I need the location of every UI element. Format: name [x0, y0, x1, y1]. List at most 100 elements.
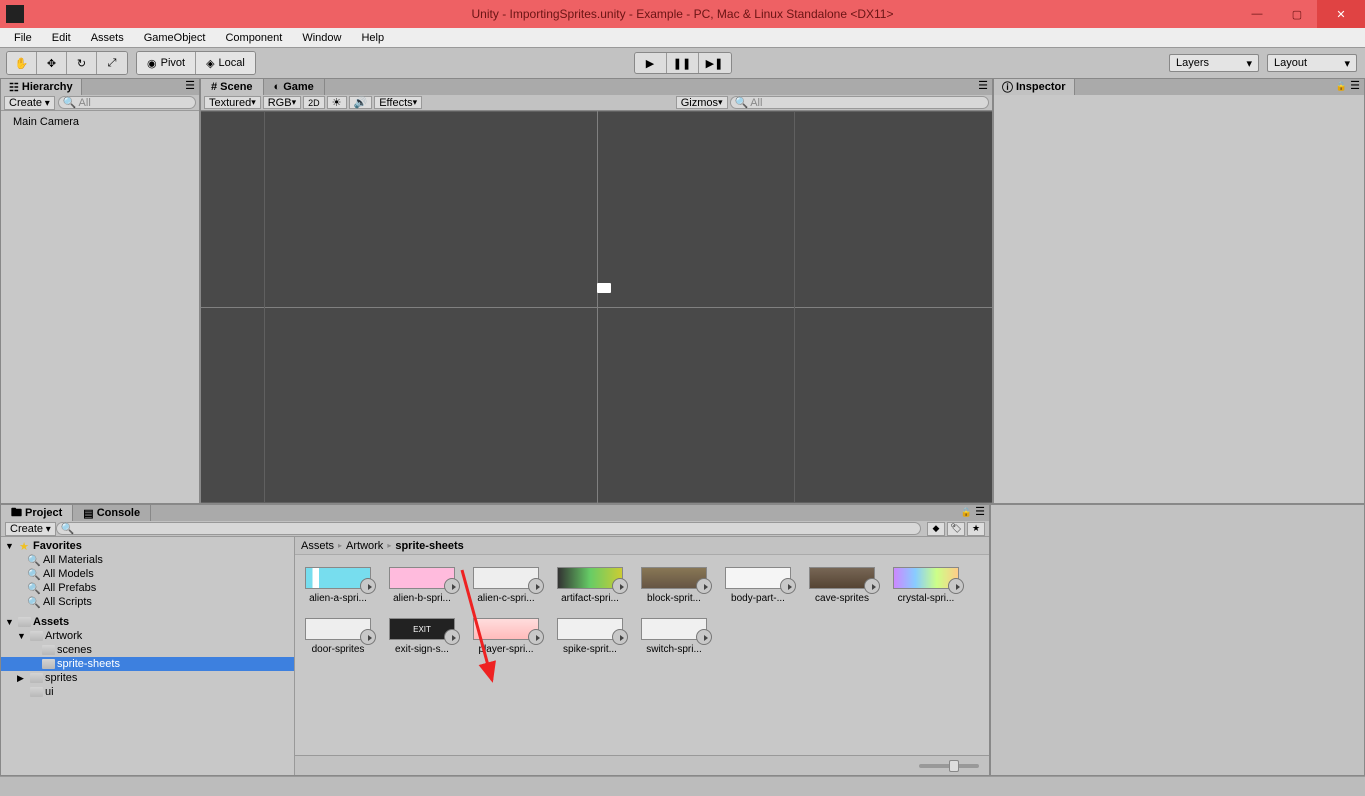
breadcrumb: Assets▸ Artwork▸ sprite-sheets [295, 537, 989, 555]
project-search-input[interactable]: 🔍 [56, 522, 921, 535]
asset-item[interactable]: cave-sprites [805, 567, 879, 604]
asset-item[interactable]: alien-a-spri... [301, 567, 375, 604]
asset-item[interactable]: body-part-... [721, 567, 795, 604]
project-create-button[interactable]: Create ▾ [5, 522, 56, 536]
asset-item[interactable]: EXITexit-sign-s... [385, 618, 459, 655]
menu-gameobject[interactable]: GameObject [134, 30, 216, 46]
chevron-down-icon: ▾ [1344, 57, 1350, 70]
panel-menu-icon[interactable]: ☰ [181, 79, 199, 95]
gizmos-dropdown[interactable]: Gizmos ▾ [676, 96, 728, 109]
scale-icon: ⤢ [108, 57, 117, 70]
console-tab[interactable]: ▤Console [73, 505, 151, 521]
tree-folder[interactable]: ▼Artwork [1, 629, 294, 643]
info-icon: ⓘ [1002, 79, 1013, 95]
menu-help[interactable]: Help [351, 30, 394, 46]
rotate-tool[interactable]: ↻ [67, 52, 97, 74]
minimize-button[interactable]: — [1237, 0, 1277, 28]
effects-dropdown[interactable]: Effects ▾ [374, 96, 422, 109]
tree-folder-selected[interactable]: sprite-sheets [1, 657, 294, 671]
scene-search-input[interactable]: 🔍All [730, 96, 990, 109]
menubar: File Edit Assets GameObject Component Wi… [0, 28, 1365, 48]
scene-viewport[interactable] [201, 111, 992, 503]
shading-mode-dropdown[interactable]: Textured ▾ [204, 96, 261, 109]
breadcrumb-item[interactable]: Artwork [346, 540, 383, 552]
pause-icon: ❚❚ [673, 57, 691, 70]
save-search-button[interactable]: ★ [967, 522, 985, 536]
folder-icon [29, 672, 43, 684]
asset-item[interactable]: player-spri... [469, 618, 543, 655]
breadcrumb-item[interactable]: sprite-sheets [395, 540, 463, 552]
asset-item[interactable]: artifact-spri... [553, 567, 627, 604]
scene-panel: #Scene ◐Game ☰ Textured ▾ RGB ▾ 2D ☀ 🔊 E… [200, 78, 993, 504]
folder-icon [41, 644, 55, 656]
menu-edit[interactable]: Edit [42, 30, 81, 46]
move-tool[interactable]: ✥ [37, 52, 67, 74]
search-by-label-button[interactable]: 🏷 [947, 522, 965, 536]
console-icon: ▤ [83, 507, 93, 520]
render-mode-dropdown[interactable]: RGB ▾ [263, 96, 301, 109]
favorite-item[interactable]: 🔍All Models [1, 567, 294, 581]
close-button[interactable]: ✕ [1317, 0, 1365, 28]
assets-header[interactable]: ▼Assets [1, 615, 294, 629]
hierarchy-search-input[interactable]: 🔍All [58, 96, 196, 109]
project-panel: 🖿Project ▤Console 🔒 ☰ Create ▾ 🔍 ◆ 🏷 ★ ▼… [0, 504, 990, 776]
breadcrumb-item[interactable]: Assets [301, 540, 334, 552]
hierarchy-panel: ☷Hierarchy ☰ Create ▾ 🔍All Main Camera [0, 78, 200, 504]
tree-folder[interactable]: scenes [1, 643, 294, 657]
maximize-button[interactable]: ▢ [1277, 0, 1317, 28]
hierarchy-create-button[interactable]: Create ▾ [4, 96, 55, 110]
hierarchy-content: Main Camera [1, 111, 199, 503]
tree-folder[interactable]: ui [1, 685, 294, 699]
menu-file[interactable]: File [4, 30, 42, 46]
local-icon: ◈ [206, 57, 214, 70]
scale-tool[interactable]: ⤢ [97, 52, 127, 74]
menu-window[interactable]: Window [292, 30, 351, 46]
audio-toggle[interactable]: 🔊 [349, 96, 373, 109]
search-by-type-button[interactable]: ◆ [927, 522, 945, 536]
favorites-header[interactable]: ▼★Favorites [1, 539, 294, 553]
favorite-item[interactable]: 🔍All Prefabs [1, 581, 294, 595]
sprite-thumbnail [305, 618, 371, 640]
camera-gizmo-icon [597, 283, 611, 293]
window-title: Unity - ImportingSprites.unity - Example… [472, 7, 894, 21]
local-button[interactable]: ◈Local [196, 52, 255, 74]
hand-tool[interactable]: ✋ [7, 52, 37, 74]
asset-item[interactable]: spike-sprit... [553, 618, 627, 655]
asset-item[interactable]: alien-b-spri... [385, 567, 459, 604]
sprite-thumbnail [809, 567, 875, 589]
sprite-thumbnail [641, 618, 707, 640]
pause-button[interactable]: ❚❚ [667, 53, 699, 73]
layout-dropdown[interactable]: Layout▾ [1267, 54, 1357, 72]
play-button[interactable]: ▶ [635, 53, 667, 73]
scene-tab[interactable]: #Scene [201, 79, 264, 95]
pivot-group: ◉Pivot ◈Local [136, 51, 256, 75]
favorite-item[interactable]: 🔍All Materials [1, 553, 294, 567]
layers-dropdown[interactable]: Layers▾ [1169, 54, 1259, 72]
pivot-button[interactable]: ◉Pivot [137, 52, 196, 74]
step-button[interactable]: ▶❚ [699, 53, 731, 73]
panel-menu-icon[interactable]: ☰ [974, 79, 992, 95]
hierarchy-item[interactable]: Main Camera [5, 115, 195, 129]
sprite-thumbnail [893, 567, 959, 589]
asset-item[interactable]: door-sprites [301, 618, 375, 655]
playback-controls: ▶ ❚❚ ▶❚ [634, 52, 732, 74]
tree-folder[interactable]: ▶sprites [1, 671, 294, 685]
asset-item[interactable]: switch-spri... [637, 618, 711, 655]
inspector-lock-icon[interactable]: 🔒 ☰ [1332, 79, 1364, 95]
asset-item[interactable]: crystal-spri... [889, 567, 963, 604]
panel-menu-icon[interactable]: 🔒 ☰ [957, 505, 989, 521]
favorite-item[interactable]: 🔍All Scripts [1, 595, 294, 609]
search-icon: 🔍 [27, 582, 41, 594]
menu-component[interactable]: Component [215, 30, 292, 46]
asset-item[interactable]: alien-c-spri... [469, 567, 543, 604]
2d-toggle[interactable]: 2D [303, 96, 325, 109]
asset-grid: alien-a-spri... alien-b-spri... alien-c-… [295, 555, 989, 755]
hierarchy-tab[interactable]: ☷Hierarchy [1, 79, 82, 95]
lighting-toggle[interactable]: ☀ [327, 96, 347, 109]
menu-assets[interactable]: Assets [81, 30, 134, 46]
game-tab[interactable]: ◐Game [264, 79, 325, 95]
asset-item[interactable]: block-sprit... [637, 567, 711, 604]
inspector-tab[interactable]: ⓘInspector [994, 79, 1075, 95]
project-tab[interactable]: 🖿Project [1, 505, 73, 521]
sprite-thumbnail [305, 567, 371, 589]
